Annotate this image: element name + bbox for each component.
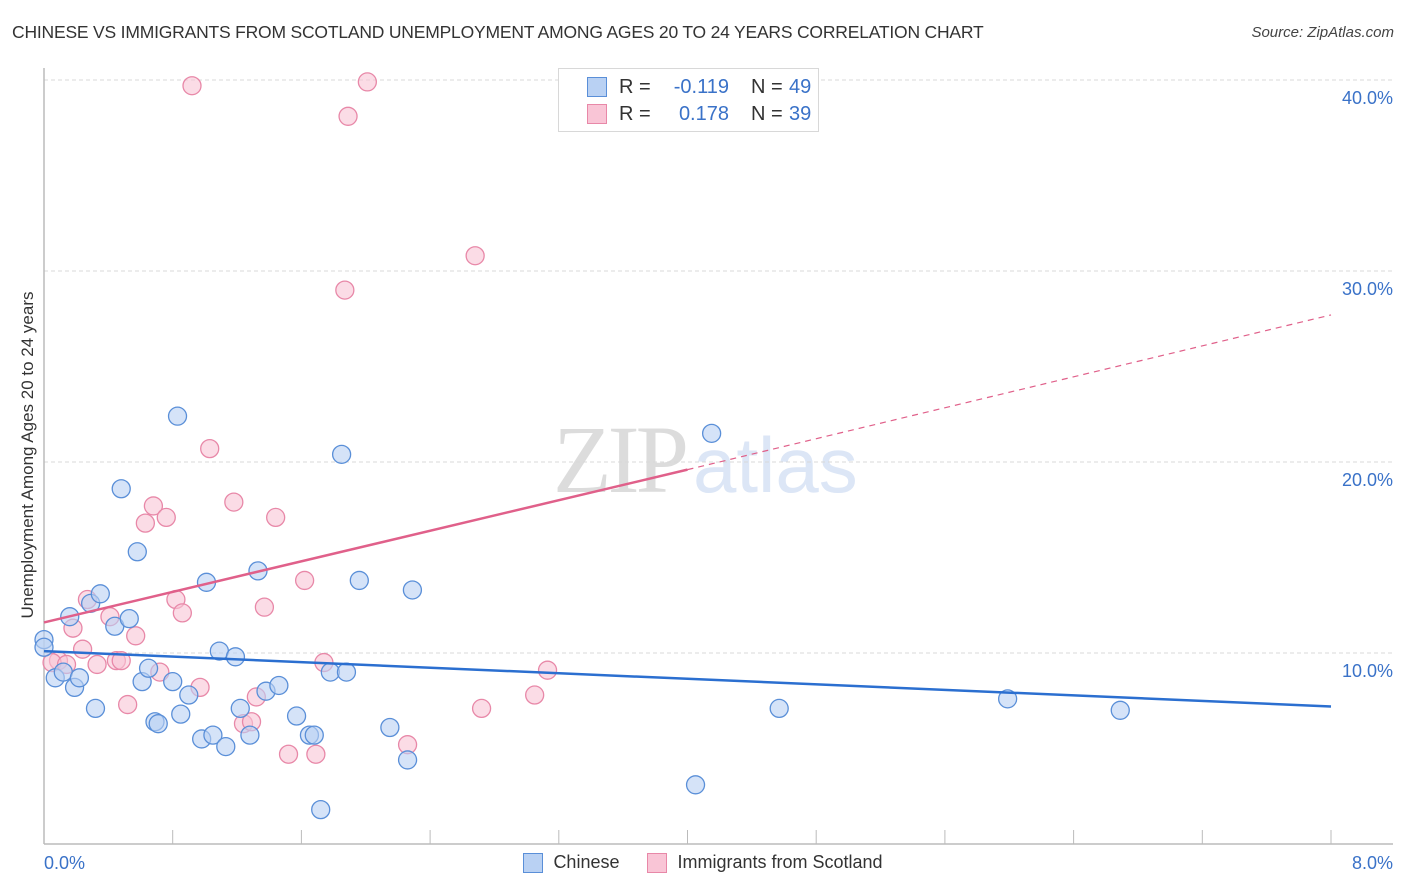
trend-line-chinese xyxy=(43,649,1332,708)
scotland-point xyxy=(465,246,485,266)
r-label: R = xyxy=(619,102,651,125)
scotland-point xyxy=(135,513,156,533)
chinese-point xyxy=(380,717,400,738)
n-value: 49 xyxy=(789,75,812,98)
chinese-point xyxy=(127,542,147,562)
r-label: R = xyxy=(619,75,651,98)
legend-item-chinese[interactable]: Chinese xyxy=(523,852,619,873)
chinese-point xyxy=(311,799,331,820)
legend-label: Immigrants from Scotland xyxy=(677,852,883,872)
y-tick-labels: 10.0% 20.0% 30.0% 40.0% xyxy=(1342,88,1393,681)
chinese-point xyxy=(336,662,357,682)
scotland-point xyxy=(537,660,558,680)
scatter-plot: 10.0%20.0%30.0%40.0% 0.0% 8.0% xyxy=(34,68,1393,873)
chinese-point xyxy=(685,775,706,795)
series-legend: Chinese Immigrants from Scotland xyxy=(0,852,1406,873)
chinese-point xyxy=(216,736,236,757)
y-tick-label: 10.0% xyxy=(1342,661,1393,681)
chinese-point xyxy=(331,444,352,465)
chinese-point xyxy=(349,570,369,591)
chinese-point xyxy=(397,750,418,770)
chinese-point xyxy=(225,647,246,667)
scotland-point xyxy=(357,72,378,92)
chinese-point xyxy=(138,658,159,678)
scotland-point xyxy=(72,639,93,659)
chinese-point xyxy=(240,725,260,745)
chinese-point xyxy=(701,423,722,444)
scotland-point xyxy=(200,438,220,459)
y-tick-label: 30.0% xyxy=(1342,279,1393,299)
chinese-point xyxy=(286,706,307,726)
chinese-point xyxy=(148,714,168,734)
scotland-point xyxy=(525,685,545,705)
chinese-point xyxy=(163,672,183,692)
chinese-point xyxy=(85,698,106,719)
chinese-point xyxy=(230,698,250,719)
scotland-point xyxy=(182,76,202,96)
y-tick-label: 40.0% xyxy=(1342,88,1393,108)
scotland-point xyxy=(278,744,299,764)
scotland-swatch xyxy=(587,104,607,124)
scotland-point xyxy=(338,106,358,126)
legend-row-chinese: R = -0.119 N = 49 xyxy=(587,74,811,100)
r-value: -0.119 xyxy=(673,75,729,98)
chinese-point xyxy=(402,580,423,600)
chinese-point xyxy=(90,584,110,604)
x-ticks xyxy=(43,830,1332,844)
series-scotland-points xyxy=(42,72,558,764)
scotland-point xyxy=(254,597,275,617)
correlation-legend: R = -0.119 N = 49 R = 0.178 N = 39 xyxy=(558,68,819,132)
scotland-swatch xyxy=(647,852,668,873)
gridlines xyxy=(44,79,1393,654)
chinese-point xyxy=(269,675,289,696)
chinese-point xyxy=(53,662,73,682)
scotland-point xyxy=(266,507,286,528)
scotland-point xyxy=(87,654,107,675)
scotland-point xyxy=(306,744,326,764)
chinese-point xyxy=(119,608,139,629)
n-value: 39 xyxy=(789,102,812,125)
scotland-point xyxy=(126,626,146,646)
scotland-point xyxy=(335,280,355,300)
scotland-point xyxy=(172,603,193,623)
r-value: 0.178 xyxy=(678,102,729,125)
n-label: N = xyxy=(751,102,783,125)
legend-row-scotland: R = 0.178 N = 39 xyxy=(587,101,811,127)
chinese-point xyxy=(179,685,199,705)
trend-line-extension-scotland xyxy=(687,314,1332,471)
chinese-point xyxy=(167,406,188,426)
chinese-point xyxy=(111,479,131,499)
scotland-point xyxy=(156,507,176,528)
chinese-point xyxy=(69,668,90,688)
legend-label: Chinese xyxy=(553,852,620,872)
scotland-point xyxy=(224,492,244,512)
scotland-point xyxy=(294,570,315,591)
chinese-point xyxy=(304,725,324,745)
chinese-point xyxy=(1110,700,1130,720)
legend-item-scotland[interactable]: Immigrants from Scotland xyxy=(647,852,883,873)
chinese-swatch xyxy=(587,77,607,97)
series-chinese-points xyxy=(34,406,1130,820)
n-label: N = xyxy=(751,75,783,98)
chinese-point xyxy=(320,662,341,682)
scotland-point xyxy=(118,694,138,715)
scotland-point xyxy=(471,698,492,719)
chinese-point xyxy=(171,704,191,724)
chinese-swatch xyxy=(523,852,544,873)
chinese-point xyxy=(769,698,789,719)
chinese-point xyxy=(34,637,54,657)
y-tick-label: 20.0% xyxy=(1342,470,1393,490)
